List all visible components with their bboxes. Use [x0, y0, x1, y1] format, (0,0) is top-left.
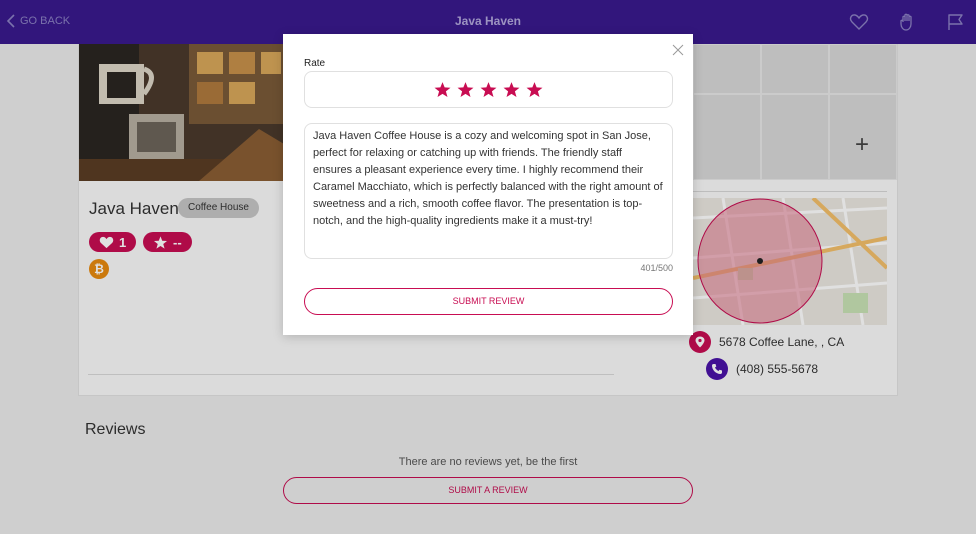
- star-icon[interactable]: [434, 81, 451, 98]
- star-icon[interactable]: [457, 81, 474, 98]
- submit-review-button[interactable]: SUBMIT REVIEW: [304, 288, 673, 315]
- star-icon[interactable]: [526, 81, 543, 98]
- star-rating: [304, 71, 673, 108]
- review-textarea[interactable]: Java Haven Coffee House is a cozy and we…: [304, 123, 673, 259]
- star-icon[interactable]: [480, 81, 497, 98]
- character-count: 401/500: [640, 263, 673, 273]
- review-modal: Rate Java Haven Coffee House is a cozy a…: [283, 34, 693, 335]
- star-icon[interactable]: [503, 81, 520, 98]
- rate-label: Rate: [304, 58, 326, 69]
- close-icon[interactable]: [672, 43, 684, 56]
